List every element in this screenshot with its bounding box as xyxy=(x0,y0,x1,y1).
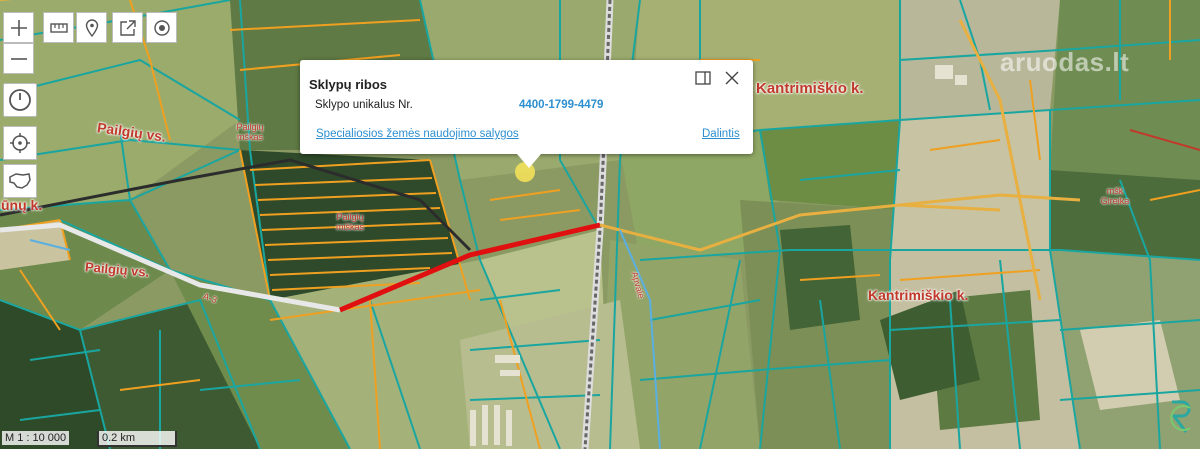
country-extent-button[interactable] xyxy=(3,164,37,198)
panel-icon xyxy=(695,71,711,85)
export-button[interactable] xyxy=(112,12,143,43)
locate-target-button[interactable] xyxy=(146,12,177,43)
close-icon xyxy=(725,71,739,85)
measure-button[interactable] xyxy=(43,12,74,43)
history-button[interactable] xyxy=(3,83,37,117)
place-marker-button[interactable] xyxy=(76,12,107,43)
dock-panel-button[interactable] xyxy=(695,70,711,86)
village-label-cut: ūnų k. xyxy=(1,197,43,213)
parcel-id-label: Sklypo unikalus Nr. xyxy=(315,99,413,111)
close-popup-button[interactable] xyxy=(724,70,740,86)
village-label-east-top: Kantrimiškio k. xyxy=(756,80,864,97)
zoom-in-button[interactable] xyxy=(3,12,34,43)
ruler-icon xyxy=(49,22,68,33)
watermark-text: aruodas.lt xyxy=(1000,47,1130,77)
minus-icon xyxy=(10,57,27,60)
clock-icon xyxy=(9,89,31,111)
forest-label-3: mšk Gireika xyxy=(1100,186,1130,206)
special-conditions-link[interactable]: Specialiosios žemės naudojimo salygos xyxy=(316,128,519,140)
scale-distance: 0.2 km xyxy=(97,431,177,447)
map-pin-icon xyxy=(85,18,98,37)
crosshair-icon xyxy=(10,133,30,153)
share-icon xyxy=(119,19,136,36)
lithuania-map-icon xyxy=(9,173,31,189)
forest-label-1: Pailgių mškas xyxy=(236,122,264,142)
my-location-button[interactable] xyxy=(3,126,37,160)
target-icon xyxy=(153,19,170,36)
popup-title: Sklypų ribos xyxy=(309,77,388,92)
parcel-info-popup: Sklypų ribos Sklypo unikalus Nr. 4400-17… xyxy=(300,60,753,168)
village-label-east: Kantrimiškio k. xyxy=(868,287,969,303)
parcel-id-value[interactable]: 4400-1799-4479 xyxy=(519,99,603,111)
plus-icon xyxy=(10,19,27,36)
zoom-out-button[interactable] xyxy=(3,43,34,74)
scale-ratio: M 1 : 10 000 xyxy=(2,431,70,445)
rc-logo xyxy=(1170,400,1191,433)
share-link[interactable]: Dalintis xyxy=(702,128,740,140)
forest-label-2: Pailgių miškas xyxy=(335,212,364,232)
